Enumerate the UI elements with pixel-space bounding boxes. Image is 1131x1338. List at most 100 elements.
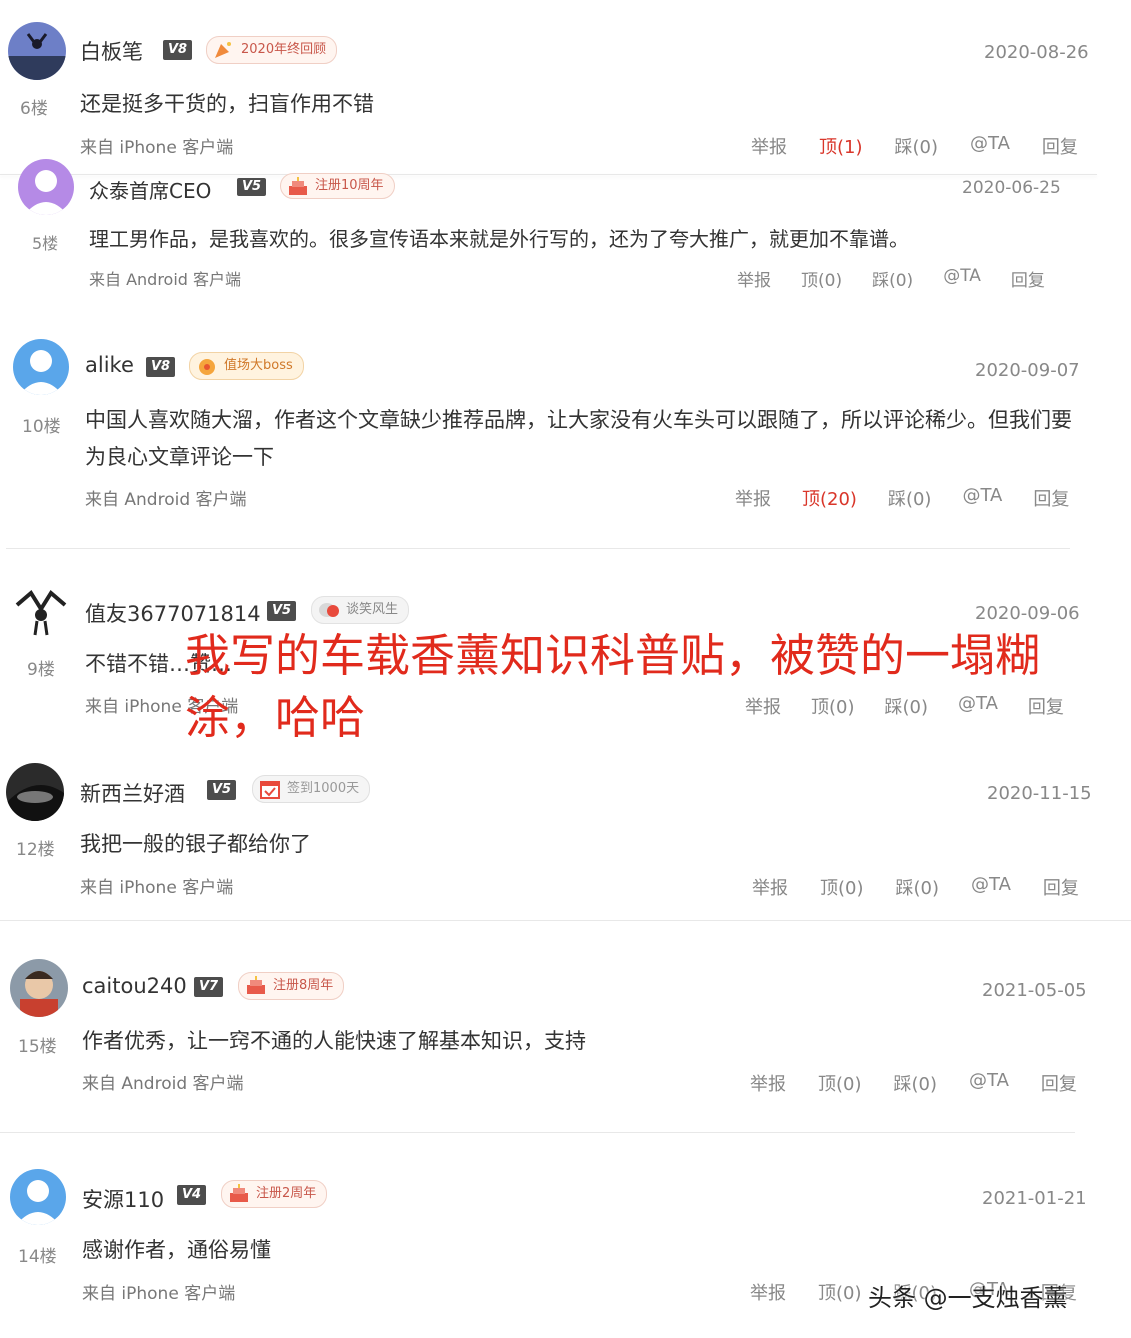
medal-badge: 谈笑风生 [311, 596, 410, 624]
avatar[interactable] [6, 763, 64, 821]
avatar[interactable] [13, 339, 69, 395]
reply-button[interactable]: 回复 [1041, 1070, 1077, 1096]
mention-button[interactable]: @TA [969, 1070, 1009, 1096]
comment-actions: 举报 顶(0) 踩(0) @TA 回复 [752, 874, 1079, 900]
medal-label: 2020年终回顾 [241, 42, 327, 57]
cake-icon [289, 177, 307, 195]
level-badge: V4 [177, 1185, 207, 1205]
client-source: 来自 iPhone 客户端 [80, 878, 234, 898]
level-badge: V5 [237, 178, 267, 196]
avatar[interactable] [10, 1169, 66, 1225]
reply-button[interactable]: 回复 [1033, 485, 1069, 511]
comment-text: 还是挺多干货的，扫盲作用不错 [80, 92, 374, 116]
downvote-button[interactable]: 踩(0) [895, 133, 939, 159]
divider [0, 1132, 1075, 1133]
party-popper-icon [215, 42, 231, 58]
upvote-button[interactable]: 顶(1) [819, 133, 863, 159]
floor-number: 12楼 [16, 840, 55, 860]
username[interactable]: 安源110 [82, 1184, 164, 1214]
comment-item: alike V8 值场大boss 2020-09-07 10楼 中国人喜欢随大溜… [0, 330, 1131, 550]
username[interactable]: 众泰首席CEO [89, 175, 211, 204]
comment-item: caitou240 V7 注册8周年 2021-05-05 15楼 作者优秀，让… [0, 950, 1131, 1130]
avatar[interactable] [18, 159, 74, 215]
comment-item: 白板笔 V8 2020年终回顾 2020-08-26 6楼 还是挺多干货的，扫盲… [0, 0, 1131, 175]
comment-actions: 举报 顶(20) 踩(0) @TA 回复 [735, 485, 1069, 511]
username[interactable]: 白板笔 [80, 36, 143, 66]
mention-button[interactable]: @TA [943, 266, 981, 291]
floor-number: 14楼 [18, 1247, 57, 1267]
comment-item: 众泰首席CEO V5 注册10周年 2020-06-25 5楼 理工男作品，是我… [0, 159, 1131, 295]
comment-date: 2020-08-26 [984, 42, 1089, 63]
reply-button[interactable]: 回复 [1042, 133, 1078, 159]
medal-label: 注册2周年 [256, 1186, 317, 1201]
report-button[interactable]: 举报 [735, 485, 771, 511]
comment-actions: 举报 顶(0) 踩(0) @TA 回复 [737, 266, 1045, 291]
report-button[interactable]: 举报 [752, 874, 788, 900]
watermark: 头条 @一支烛香薰 [868, 1284, 1068, 1312]
downvote-button[interactable]: 踩(0) [888, 485, 932, 511]
medal-label: 注册8周年 [273, 978, 334, 993]
medal-badge: 2020年终回顾 [206, 36, 338, 64]
username[interactable]: 值友3677071814 [85, 598, 261, 628]
crown-icon [199, 359, 215, 375]
divider [0, 920, 1131, 921]
medal-badge: 注册8周年 [238, 972, 345, 1000]
medal-label: 签到1000天 [287, 781, 360, 796]
reply-button[interactable]: 回复 [1011, 266, 1045, 291]
mention-button[interactable]: @TA [970, 133, 1010, 159]
report-button[interactable]: 举报 [751, 133, 787, 159]
mention-button[interactable]: @TA [962, 485, 1002, 511]
floor-number: 5楼 [32, 234, 59, 253]
medal-badge: 签到1000天 [252, 775, 371, 803]
medal-badge: 注册2周年 [221, 1180, 328, 1208]
floor-number: 6楼 [20, 99, 48, 119]
reply-button[interactable]: 回复 [1043, 874, 1079, 900]
comment-date: 2021-05-05 [982, 980, 1087, 1001]
overlay-caption: 我写的车载香薰知识科普贴，被赞的一塌糊涂，哈哈 [185, 629, 1041, 744]
comment-text: 感谢作者，通俗易懂 [82, 1238, 271, 1262]
level-badge: V8 [146, 357, 176, 377]
avatar[interactable] [13, 585, 69, 641]
upvote-button[interactable]: 顶(0) [820, 874, 864, 900]
avatar[interactable] [10, 959, 68, 1017]
username[interactable]: 新西兰好酒 [80, 778, 185, 808]
username[interactable]: alike [85, 353, 134, 377]
report-button[interactable]: 举报 [750, 1279, 786, 1305]
medal-badge: 注册10周年 [280, 173, 395, 199]
divider [6, 548, 1070, 549]
comment-actions: 举报 顶(0) 踩(0) @TA 回复 [750, 1070, 1077, 1096]
mention-button[interactable]: @TA [971, 874, 1011, 900]
cake-icon [247, 976, 265, 994]
medal-label: 注册10周年 [315, 178, 384, 193]
comment-date: 2020-11-15 [987, 783, 1092, 804]
comment-text: 理工男作品，是我喜欢的。很多宣传语本来就是外行写的，还为了夸大推广，就更加不靠谱… [89, 227, 909, 251]
level-badge: V8 [163, 40, 193, 60]
comment-actions: 举报 顶(1) 踩(0) @TA 回复 [751, 133, 1078, 159]
medal-label: 值场大boss [224, 358, 293, 373]
floor-number: 9楼 [27, 660, 55, 680]
avatar[interactable] [8, 22, 66, 80]
client-source: 来自 iPhone 客户端 [80, 138, 234, 158]
upvote-button[interactable]: 顶(20) [802, 485, 857, 511]
downvote-button[interactable]: 踩(0) [896, 874, 940, 900]
calendar-check-icon [260, 781, 280, 799]
report-button[interactable]: 举报 [737, 266, 771, 291]
comment-text: 我把一般的银子都给你了 [80, 832, 311, 856]
upvote-button[interactable]: 顶(0) [818, 1070, 862, 1096]
upvote-button[interactable]: 顶(0) [801, 266, 842, 291]
username[interactable]: caitou240 [82, 974, 187, 998]
floor-number: 15楼 [18, 1037, 57, 1057]
client-source: 来自 Android 客户端 [85, 490, 247, 510]
downvote-button[interactable]: 踩(0) [894, 1070, 938, 1096]
cake-icon [230, 1184, 248, 1202]
speech-bubble-icon [319, 603, 339, 617]
downvote-button[interactable]: 踩(0) [872, 266, 913, 291]
comment-date: 2021-01-21 [982, 1188, 1087, 1209]
report-button[interactable]: 举报 [750, 1070, 786, 1096]
client-source: 来自 iPhone 客户端 [82, 1284, 236, 1304]
comment-date: 2020-06-25 [962, 178, 1061, 198]
level-badge: V5 [267, 601, 297, 621]
upvote-button[interactable]: 顶(0) [818, 1279, 862, 1305]
level-badge: V7 [194, 977, 224, 997]
comment-item: 新西兰好酒 V5 签到1000天 2020-11-15 12楼 我把一般的银子都… [0, 760, 1131, 920]
